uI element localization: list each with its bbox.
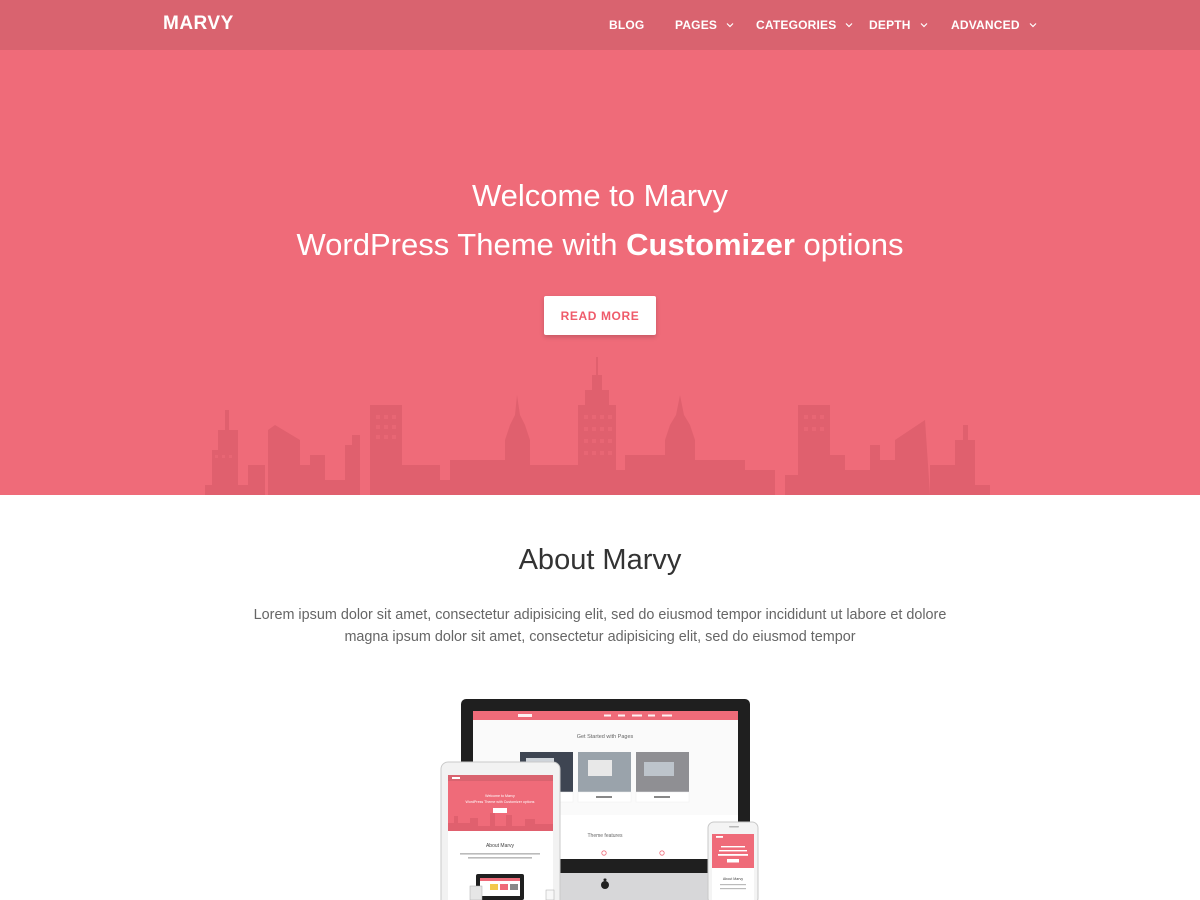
top-navbar: MARVY BLOG PAGES CATEGORIES DEPTH ADVANC…: [0, 0, 1200, 50]
read-more-button[interactable]: READ MORE: [544, 296, 656, 335]
nav-item-label: BLOG: [609, 18, 645, 32]
hero-heading-suffix: options: [794, 227, 904, 262]
nav-item-label: PAGES: [675, 18, 718, 32]
city-skyline-illustration: [205, 357, 990, 495]
chevron-down-icon: [845, 21, 853, 29]
about-heading: About Marvy: [518, 544, 682, 576]
responsive-devices-mockup: Get Started with Pages Theme features We…: [440, 699, 759, 900]
chevron-down-icon: [1029, 21, 1037, 29]
nav-item-label: ADVANCED: [951, 18, 1020, 32]
desktop-preview-section: Theme features: [587, 833, 623, 839]
nav-item-pages[interactable]: PAGES: [675, 17, 734, 33]
hero-heading-line2: WordPress Theme with Customizer options: [0, 227, 1200, 263]
chevron-down-icon: [726, 21, 734, 29]
hero-heading-line1: Welcome to Marvy: [471, 178, 729, 213]
about-text-line2: magna ipsum dolor sit amet, consectetur …: [344, 629, 856, 645]
tablet-image: Welcome to Marvy WordPress Theme with Cu…: [440, 761, 561, 900]
hero-section: Welcome to Marvy WordPress Theme with Cu…: [0, 0, 1200, 495]
nav-item-advanced[interactable]: ADVANCED: [951, 17, 1037, 33]
desktop-preview-heading: Get Started with Pages: [577, 734, 634, 740]
site-logo[interactable]: MARVY: [163, 13, 234, 35]
nav-item-blog[interactable]: BLOG: [609, 17, 644, 33]
smartphone-image: About Marvy: [707, 821, 759, 900]
about-description: Lorem ipsum dolor sit amet, consectetur …: [250, 604, 950, 648]
nav-item-depth[interactable]: DEPTH: [869, 17, 928, 33]
nav-item-label: CATEGORIES: [756, 18, 837, 32]
tablet-preview-hero: Welcome to Marvy: [485, 794, 515, 798]
tablet-preview-about: About Marvy: [486, 843, 515, 849]
nav-item-label: DEPTH: [869, 18, 911, 32]
hero-heading-highlight: Customizer: [626, 227, 795, 262]
hero-heading-prefix: WordPress Theme with: [296, 227, 627, 262]
phone-preview-about: About Marvy: [723, 877, 743, 881]
nav-item-categories[interactable]: CATEGORIES: [756, 17, 853, 33]
chevron-down-icon: [920, 21, 928, 29]
about-text-line1: Lorem ipsum dolor sit amet, consectetur …: [253, 607, 947, 623]
tablet-preview-hero-sub: WordPress Theme with Customizer options: [466, 800, 535, 804]
